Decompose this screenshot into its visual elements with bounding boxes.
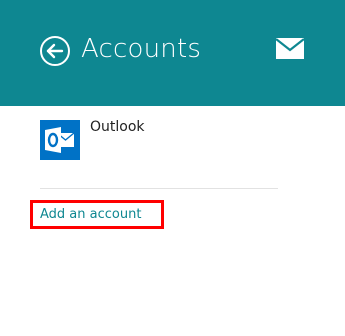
highlight-annotation [30, 200, 164, 229]
divider [40, 188, 278, 189]
page-title: Accounts [81, 34, 202, 64]
mail-envelope-icon [276, 38, 304, 59]
account-item-outlook[interactable]: Outlook [40, 118, 280, 162]
back-button[interactable] [39, 35, 71, 67]
account-name: Outlook [90, 119, 145, 135]
outlook-icon [40, 120, 80, 160]
app-header: Accounts [0, 0, 345, 106]
back-arrow-circle-icon [40, 36, 70, 66]
